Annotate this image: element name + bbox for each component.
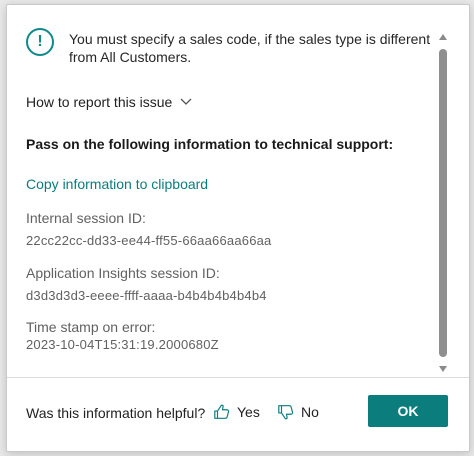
exclamation-circle-icon: ! [26,28,54,56]
thumbs-up-icon [214,404,230,419]
scroll-up-arrow-icon[interactable] [439,34,447,40]
ok-button[interactable]: OK [368,395,448,427]
internal-session-id-label: Internal session ID: [26,210,146,226]
yes-label: Yes [237,404,260,420]
error-message: You must specify a sales code, if the sa… [69,31,431,65]
footer-divider [7,377,469,378]
no-feedback-button[interactable]: No [277,403,319,421]
how-to-report-label: How to report this issue [26,94,173,110]
yes-feedback-button[interactable]: Yes [213,403,260,421]
error-dialog: ! You must specify a sales code, if the … [6,4,470,452]
timestamp-value: 2023-10-04T15:31:19.2000680Z [26,337,219,352]
no-label: No [301,404,319,420]
how-to-report-toggle[interactable]: How to report this issue [26,94,192,110]
chevron-down-icon [180,98,192,105]
app-insights-session-id-label: Application Insights session ID: [26,265,220,281]
vertical-scrollbar[interactable] [437,29,449,379]
copy-to-clipboard-link[interactable]: Copy information to clipboard [26,176,208,192]
scroll-down-arrow-icon[interactable] [439,366,447,372]
app-insights-session-id-value: d3d3d3d3-eeee-ffff-aaaa-b4b4b4b4b4b4 [26,288,267,303]
pass-on-heading: Pass on the following information to tec… [26,136,394,152]
timestamp-label: Time stamp on error: [26,319,156,335]
thumbs-down-icon [278,405,294,420]
helpful-question: Was this information helpful? [26,405,206,421]
scroll-thumb[interactable] [439,49,447,357]
dialog-content: ! You must specify a sales code, if the … [7,5,469,381]
internal-session-id-value: 22cc22cc-dd33-ee44-ff55-66aa66aa66aa [26,233,272,248]
